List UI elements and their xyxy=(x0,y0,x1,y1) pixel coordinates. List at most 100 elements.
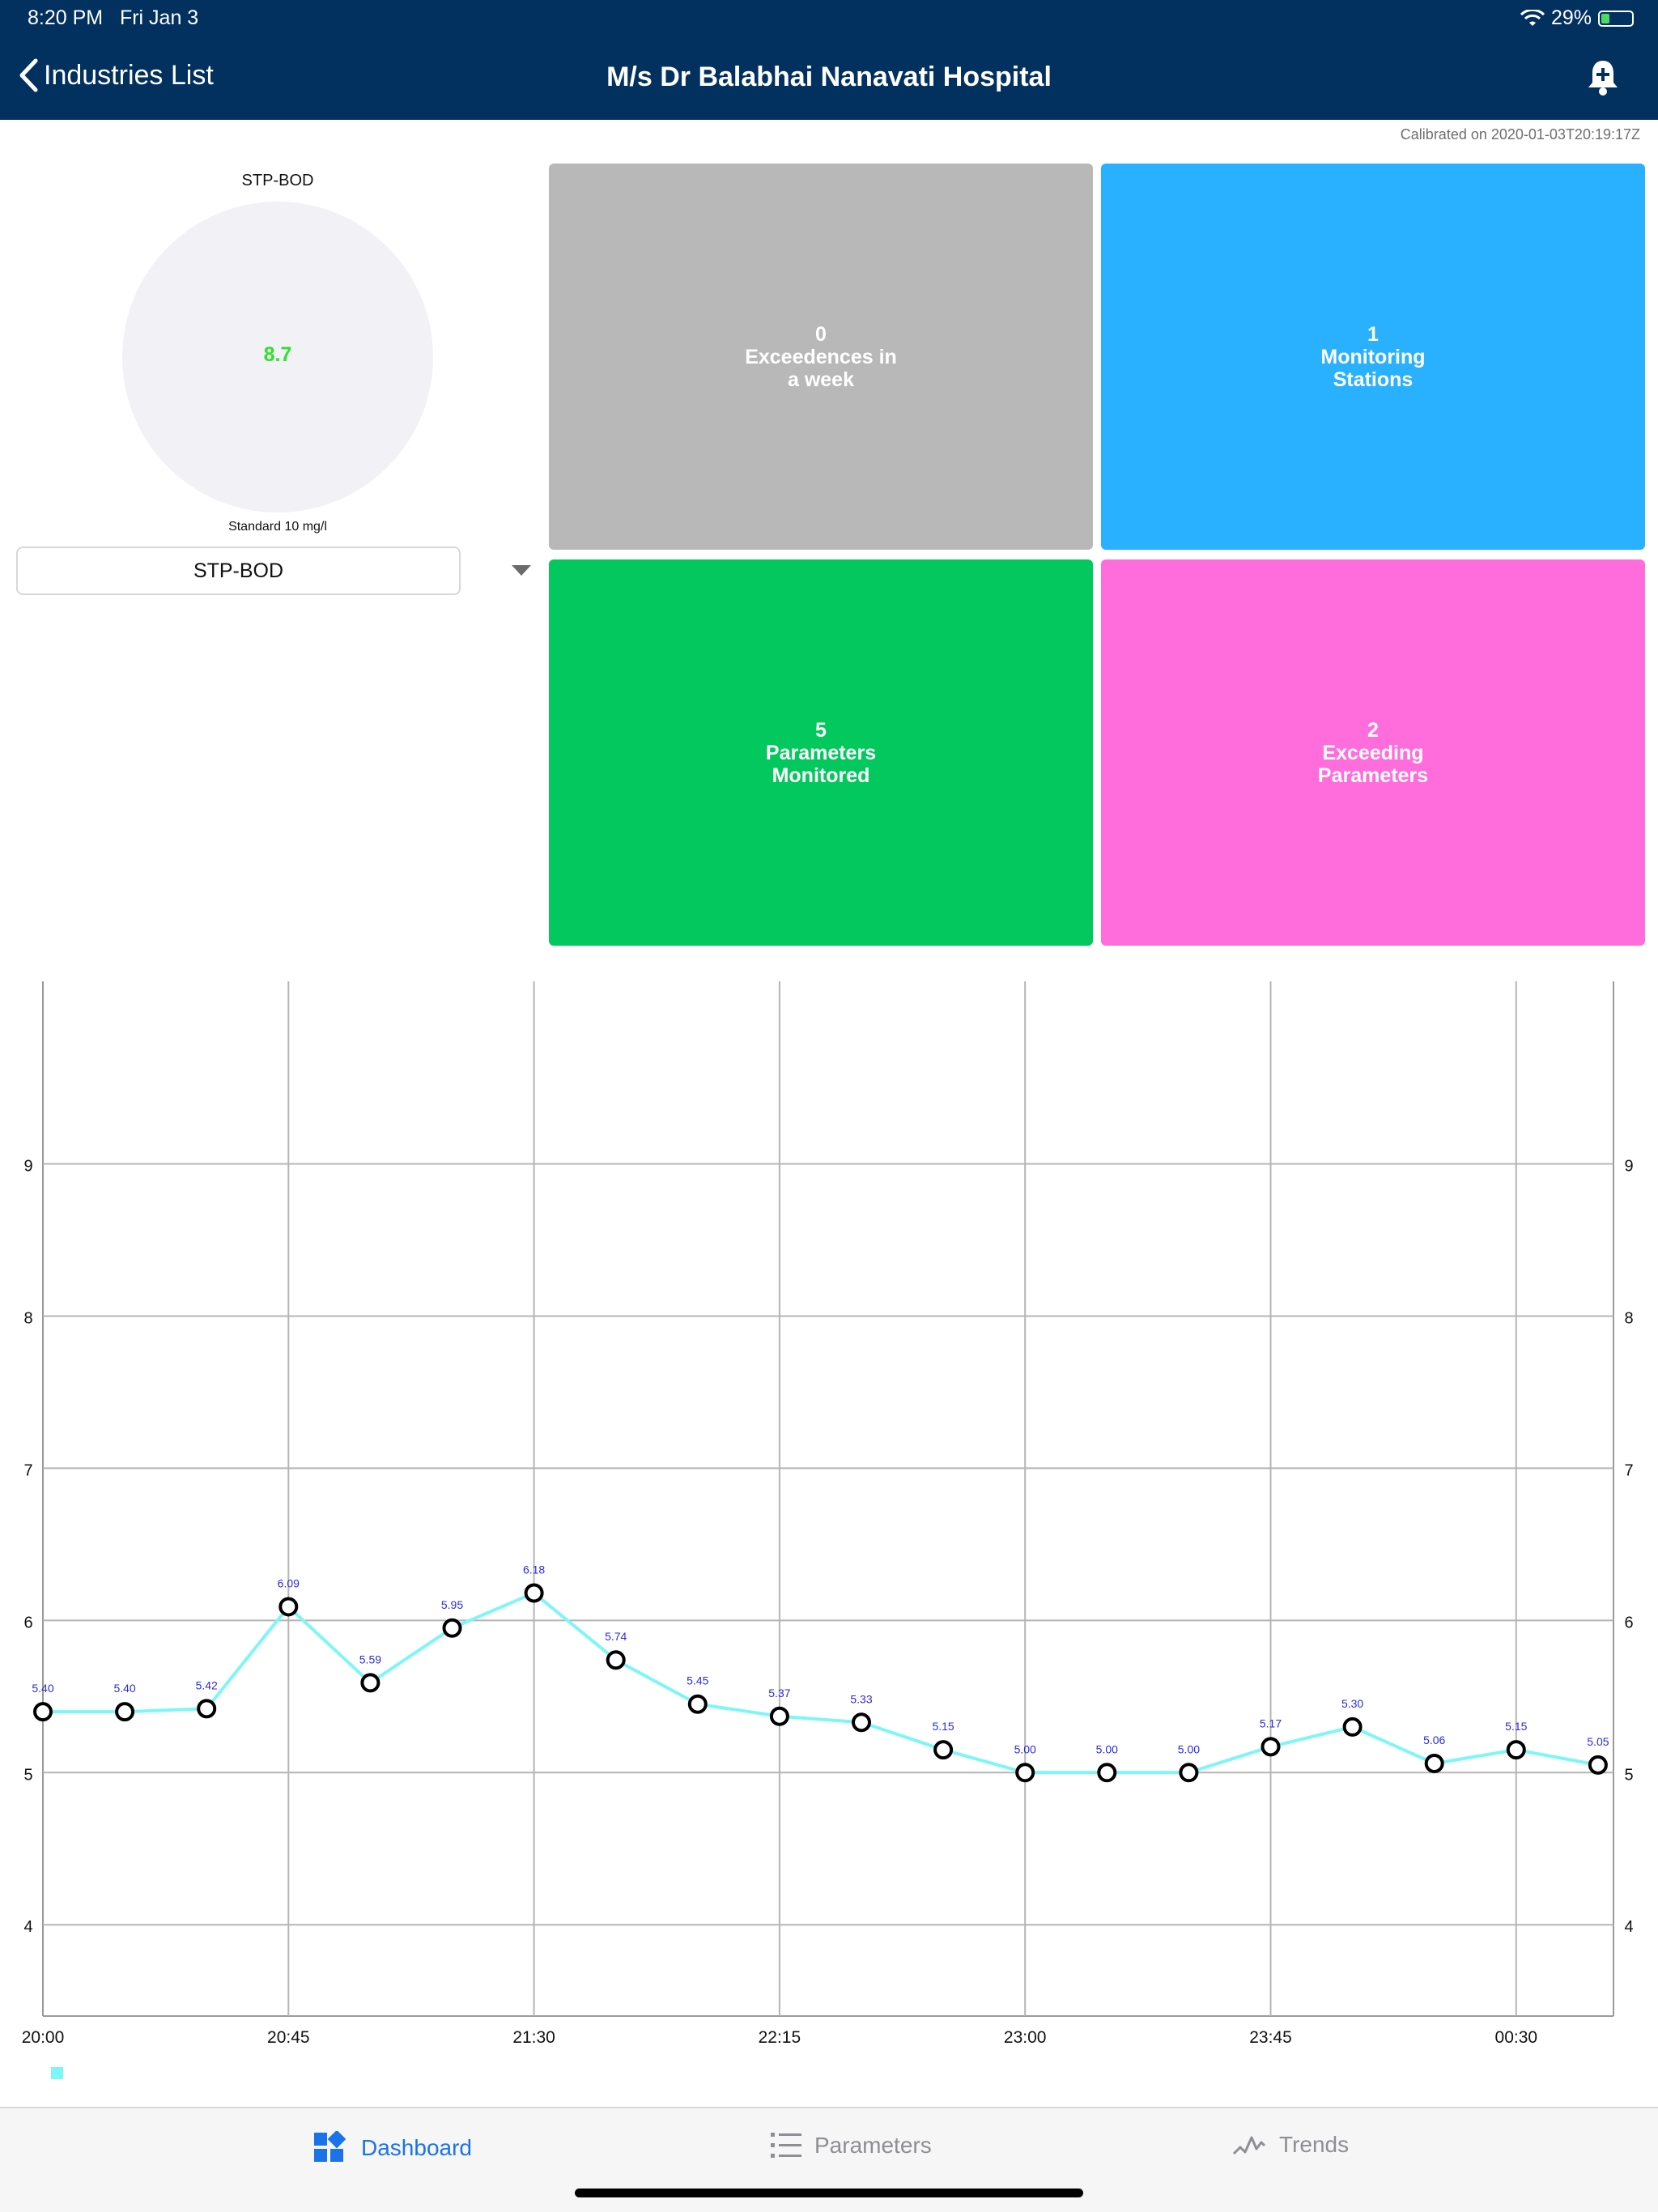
tile-label-line2: Parameters xyxy=(1317,764,1429,787)
data-point xyxy=(1097,1763,1117,1783)
data-label: 5.74 xyxy=(605,1630,627,1643)
tile-label-line1: Monitoring xyxy=(1320,345,1426,368)
x-tick-label: 21:30 xyxy=(512,2028,555,2047)
page-title: M/s Dr Balabhai Nanavati Hospital xyxy=(606,62,1052,92)
data-point xyxy=(1506,1740,1526,1760)
data-label: 5.30 xyxy=(1341,1697,1363,1710)
data-label: 5.17 xyxy=(1260,1716,1282,1729)
data-label: 5.15 xyxy=(1505,1720,1527,1733)
data-label: 5.33 xyxy=(850,1692,872,1705)
y-tick-label-left: 4 xyxy=(23,1918,32,1936)
data-label: 6.09 xyxy=(278,1576,300,1589)
x-tick-label: 20:00 xyxy=(22,2028,65,2047)
data-point xyxy=(1588,1755,1608,1775)
data-point xyxy=(197,1699,217,1719)
x-tick-label: 23:45 xyxy=(1249,2028,1292,2047)
calibration-text: Calibrated on 2020-01-03T20:19:17Z xyxy=(1400,126,1640,143)
y-tick-label-left: 5 xyxy=(23,1766,32,1784)
data-point xyxy=(1342,1716,1363,1737)
status-right: 29% xyxy=(1520,6,1634,30)
tile-parameters-monitored[interactable]: 5 Parameters Monitored xyxy=(549,559,1093,946)
tile-number: 5 xyxy=(815,718,827,742)
y-tick-label-left: 6 xyxy=(23,1614,32,1631)
y-tick-label-left: 7 xyxy=(23,1461,32,1479)
battery-icon xyxy=(1598,10,1634,27)
dropdown-arrow-icon[interactable] xyxy=(512,565,531,576)
y-tick-label-right: 5 xyxy=(1624,1766,1633,1784)
battery-percent: 29% xyxy=(1550,6,1592,29)
data-point xyxy=(687,1694,708,1714)
data-label: 5.05 xyxy=(1587,1735,1609,1748)
tile-exceedences[interactable]: 0 Exceedences in a week xyxy=(549,164,1093,550)
data-label: 5.40 xyxy=(32,1682,53,1695)
data-label: 5.59 xyxy=(359,1653,381,1665)
data-label: 5.00 xyxy=(1178,1742,1200,1755)
data-point xyxy=(360,1673,380,1693)
data-label: 5.95 xyxy=(441,1598,463,1611)
tile-number: 0 xyxy=(815,322,827,346)
x-tick-label: 20:45 xyxy=(267,2028,310,2047)
y-tick-label-right: 6 xyxy=(1624,1614,1633,1631)
tab-dashboard[interactable]: Dashboard xyxy=(312,2131,472,2165)
data-label: 5.40 xyxy=(113,1682,135,1695)
data-point xyxy=(1261,1737,1281,1757)
list-icon xyxy=(771,2133,801,2158)
x-tick-label: 00:30 xyxy=(1495,2028,1538,2047)
data-label: 5.37 xyxy=(768,1687,790,1699)
data-point xyxy=(278,1597,299,1617)
tab-dashboard-label: Dashboard xyxy=(361,2135,472,2160)
data-point xyxy=(769,1706,789,1726)
tile-monitoring-stations[interactable]: 1 Monitoring Stations xyxy=(1101,164,1645,550)
x-tick-label: 22:15 xyxy=(759,2028,801,2047)
dashboard-icon xyxy=(314,2131,346,2162)
home-indicator xyxy=(575,2189,1083,2197)
tab-trends-label: Trends xyxy=(1279,2132,1350,2157)
tile-number: 1 xyxy=(1367,322,1379,346)
status-time-text: 8:20 PM xyxy=(28,6,104,29)
tab-trends[interactable]: Trends xyxy=(1232,2131,1349,2159)
trends-icon xyxy=(1232,2136,1266,2155)
data-label: 5.15 xyxy=(932,1720,954,1733)
data-point xyxy=(33,1702,53,1722)
parameter-dropdown[interactable]: STP-BOD xyxy=(16,547,461,595)
tile-label-line2: a week xyxy=(787,368,854,391)
gauge-value: 8.7 xyxy=(263,343,292,366)
tile-label-line1: Exceeding xyxy=(1322,741,1424,764)
screen: 8:20 PM Fri Jan 3 29% Industries List M/… xyxy=(0,0,1658,2212)
tab-parameters[interactable]: Parameters xyxy=(771,2131,932,2160)
data-label: 5.06 xyxy=(1423,1733,1445,1746)
data-point xyxy=(933,1740,954,1760)
gauge-standard: Standard 10 mg/l xyxy=(228,520,327,534)
data-point xyxy=(852,1712,871,1733)
status-time: 8:20 PM Fri Jan 3 xyxy=(28,6,198,30)
y-tick-label-left: 9 xyxy=(23,1158,32,1176)
wifi-icon xyxy=(1520,9,1545,26)
data-label: 5.42 xyxy=(196,1678,218,1691)
y-tick-label-right: 8 xyxy=(1624,1309,1633,1327)
status-date-text: Fri Jan 3 xyxy=(119,6,199,29)
y-tick-label-right: 7 xyxy=(1624,1461,1633,1479)
data-point xyxy=(1179,1763,1199,1783)
y-tick-label-right: 4 xyxy=(1624,1918,1633,1936)
tile-label-line2: Stations xyxy=(1333,368,1414,391)
nav-bar: 8:20 PM Fri Jan 3 29% Industries List M/… xyxy=(0,0,1658,120)
data-label: 5.00 xyxy=(1014,1742,1036,1755)
data-point xyxy=(524,1583,544,1603)
tab-parameters-label: Parameters xyxy=(814,2133,932,2158)
y-tick-label-right: 9 xyxy=(1624,1158,1633,1176)
data-point xyxy=(606,1650,626,1670)
gauge-label: STP-BOD xyxy=(241,172,314,189)
data-point xyxy=(442,1618,462,1638)
x-tick-label: 23:00 xyxy=(1004,2028,1047,2047)
tile-number: 2 xyxy=(1367,718,1379,742)
bell-plus-icon[interactable] xyxy=(1585,58,1621,97)
battery-fill xyxy=(1601,13,1609,23)
tile-label-line1: Parameters xyxy=(765,741,877,764)
trend-line-chart: 4 4 5 5 6 6 7 7 8 8 9 9 20:00 20:45 21:30 22:15 23:00 23:… xyxy=(22,981,1634,2079)
data-label: 5.00 xyxy=(1096,1742,1118,1755)
tile-exceeding-parameters[interactable]: 2 Exceeding Parameters xyxy=(1101,559,1645,946)
y-tick-label-left: 8 xyxy=(23,1309,32,1327)
data-point xyxy=(1015,1763,1035,1783)
data-label: 5.45 xyxy=(687,1674,708,1687)
data-point xyxy=(1424,1754,1444,1774)
